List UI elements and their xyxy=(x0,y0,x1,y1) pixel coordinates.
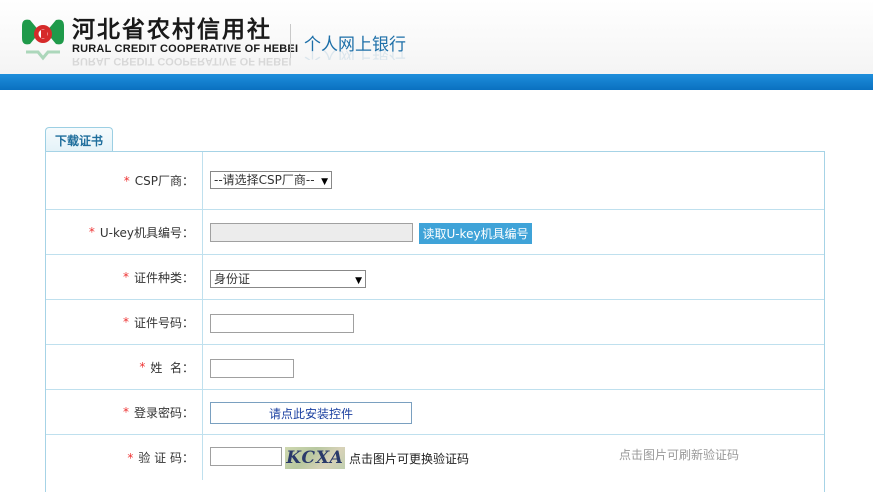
captcha-label: * 验 证 码： xyxy=(46,435,202,480)
bank-name-en: RURAL CREDIT COOPERATIVE OF HEBEI xyxy=(72,43,299,55)
required-star: * xyxy=(122,270,129,284)
csp-select-value: --请选择CSP厂商-- xyxy=(214,173,315,187)
required-star: * xyxy=(123,173,130,188)
password-label-text: 登录密码： xyxy=(133,405,194,420)
captcha-refresh-link[interactable]: 点击图片可更换验证码 xyxy=(349,450,469,467)
captcha-field[interactable] xyxy=(210,447,282,466)
captcha-value-cell: KCXA 点击图片可更换验证码 点击图片可刷新验证码 xyxy=(202,435,824,480)
required-star: * xyxy=(122,405,129,419)
captcha-label-text: 验 证 码： xyxy=(138,451,194,465)
required-star: * xyxy=(127,450,134,465)
tab-download-certificate[interactable]: 下载证书 xyxy=(45,127,113,152)
csp-value-cell: --请选择CSP厂商-- ▼ xyxy=(202,152,824,209)
ukey-value-cell: 读取U-key机具编号 xyxy=(202,210,824,254)
name-label: * 姓 名： xyxy=(46,345,202,389)
form-row-password: * 登录密码： 请点此安装控件 xyxy=(46,390,824,435)
csp-label-text: CSP厂商： xyxy=(134,174,194,188)
password-value-cell: 请点此安装控件 xyxy=(202,390,824,434)
required-star: * xyxy=(122,315,129,329)
bank-name-cn: 河北省农村信用社 xyxy=(72,17,272,43)
dropdown-arrow-icon: ▼ xyxy=(321,177,328,187)
page-subtitle-reflection: 个人网上银行 xyxy=(304,50,406,60)
header: 河北省农村信用社 RURAL CREDIT COOPERATIVE OF HEB… xyxy=(0,0,873,74)
id-number-field[interactable] xyxy=(210,314,354,333)
name-field[interactable] xyxy=(210,359,294,378)
form-row-captcha: * 验 证 码： KCXA 点击图片可更换验证码 点击图片可刷新验证码 xyxy=(46,435,824,480)
captcha-image[interactable]: KCXA xyxy=(285,447,345,469)
required-star: * xyxy=(139,360,146,374)
captcha-hint: 点击图片可刷新验证码 xyxy=(619,448,740,462)
ukey-label: * U-key机具编号： xyxy=(46,210,202,254)
certificate-form: * CSP厂商： --请选择CSP厂商-- ▼ * U-key机具编号： 读取U… xyxy=(45,151,825,492)
form-row-ukey: * U-key机具编号： 读取U-key机具编号 xyxy=(46,210,824,255)
csp-select[interactable]: --请选择CSP厂商-- ▼ xyxy=(210,171,332,189)
form-row-csp: * CSP厂商： --请选择CSP厂商-- ▼ xyxy=(46,152,824,210)
password-label: * 登录密码： xyxy=(46,390,202,434)
csp-label: * CSP厂商： xyxy=(46,152,202,209)
form-row-id-number: * 证件号码： xyxy=(46,300,824,345)
form-row-id-type: * 证件种类： 身份证 ▼ xyxy=(46,255,824,300)
form-row-name: * 姓 名： xyxy=(46,345,824,390)
nav-bar xyxy=(0,74,873,90)
id-number-value-cell xyxy=(202,300,824,344)
password-control-install[interactable]: 请点此安装控件 xyxy=(210,402,412,424)
bank-name-en-reflection: RURAL CREDIT COOPERATIVE OF HEBEI xyxy=(72,56,292,66)
id-type-value-cell: 身份证 ▼ xyxy=(202,255,824,299)
read-ukey-button[interactable]: 读取U-key机具编号 xyxy=(419,223,532,244)
name-label-text: 姓 名： xyxy=(150,360,194,375)
id-type-select[interactable]: 身份证 ▼ xyxy=(210,270,366,288)
id-number-label: * 证件号码： xyxy=(46,300,202,344)
id-type-label: * 证件种类： xyxy=(46,255,202,299)
ukey-label-text: U-key机具编号： xyxy=(99,225,194,240)
id-number-label-text: 证件号码： xyxy=(133,315,194,330)
name-value-cell xyxy=(202,345,824,389)
id-type-select-value: 身份证 xyxy=(214,272,251,286)
bank-logo-icon xyxy=(22,19,64,61)
required-star: * xyxy=(88,225,95,239)
id-type-label-text: 证件种类： xyxy=(133,270,194,285)
ukey-number-field[interactable] xyxy=(210,223,413,242)
dropdown-arrow-icon: ▼ xyxy=(355,276,362,286)
header-divider xyxy=(290,24,291,58)
